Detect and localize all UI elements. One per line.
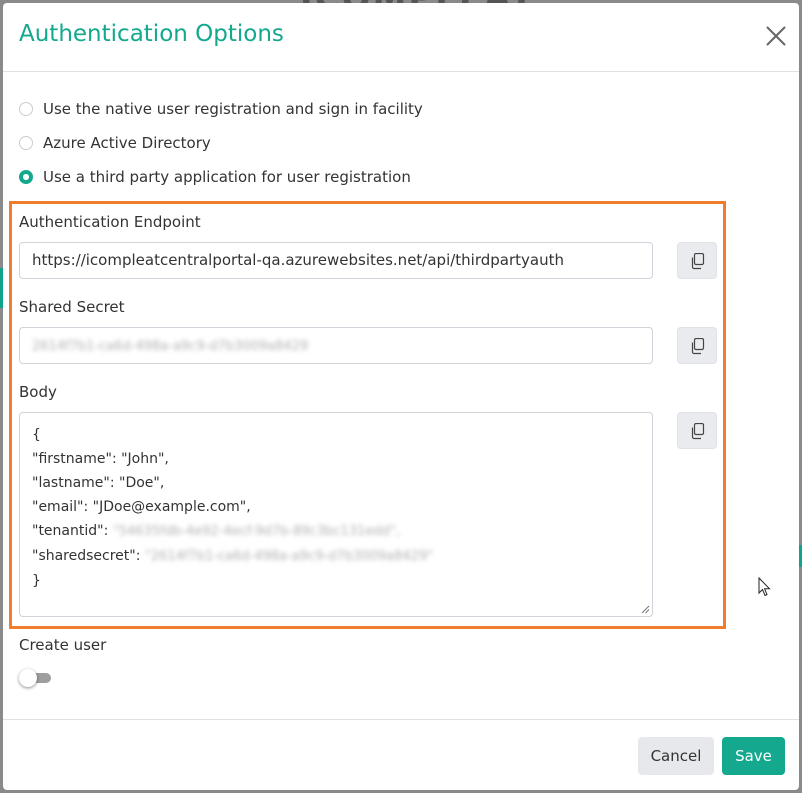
body-textarea[interactable]: { "firstname": "John", "lastname": "Doe"… <box>19 412 653 617</box>
body-label: Body <box>19 383 57 401</box>
copy-icon <box>691 338 705 355</box>
create-user-toggle[interactable] <box>19 669 51 687</box>
body-line: { <box>32 427 41 443</box>
radio-button-selected[interactable] <box>19 170 33 184</box>
modal-footer: Cancel Save <box>3 719 799 790</box>
radio-option-azure-ad[interactable]: Azure Active Directory <box>19 134 211 152</box>
copy-endpoint-button[interactable] <box>677 242 717 279</box>
copy-icon <box>691 253 705 270</box>
tenantid-value: "54635fdb-4e92-4ecf-9d7b-89c3bc131edd", <box>112 524 400 539</box>
radio-option-native[interactable]: Use the native user registration and sig… <box>19 100 423 118</box>
radio-button[interactable] <box>19 102 33 116</box>
shared-secret-input[interactable]: 2614f7b1-ca6d-498a-a9c9-d7b3009a8429 <box>19 327 653 364</box>
radio-option-third-party[interactable]: Use a third party application for user r… <box>19 168 411 186</box>
endpoint-label: Authentication Endpoint <box>19 213 201 231</box>
body-line: "email": "JDoe@example.com", <box>32 499 251 515</box>
modal-title: Authentication Options <box>19 21 284 47</box>
shared-secret-value: 2614f7b1-ca6d-498a-a9c9-d7b3009a8429 <box>32 339 309 354</box>
copy-icon <box>691 423 705 440</box>
toggle-knob <box>19 669 37 687</box>
radio-label: Azure Active Directory <box>43 134 211 152</box>
copy-body-button[interactable] <box>677 412 717 449</box>
body-line: "firstname": "John", <box>32 451 169 467</box>
sharedsecret-key: "sharedsecret": <box>32 548 145 564</box>
body-line-sharedsecret: "sharedsecret": "2614f7b1-ca6d-498a-a9c9… <box>32 544 640 569</box>
radio-label: Use a third party application for user r… <box>43 168 411 186</box>
authentication-options-modal: Authentication Options Use the native us… <box>3 3 799 790</box>
save-button[interactable]: Save <box>722 737 785 775</box>
mouse-cursor-icon <box>758 577 771 597</box>
endpoint-input[interactable]: https://icompleatcentralportal-qa.azurew… <box>19 242 653 279</box>
create-user-label: Create user <box>19 636 107 654</box>
modal-header: Authentication Options <box>3 3 799 72</box>
radio-button[interactable] <box>19 136 33 150</box>
cancel-button[interactable]: Cancel <box>638 737 714 775</box>
radio-label: Use the native user registration and sig… <box>43 100 423 118</box>
resize-grip-icon[interactable] <box>640 604 650 614</box>
sharedsecret-value: "2614f7b1-ca6d-498a-a9c9-d7b3009a8429" <box>144 549 434 564</box>
shared-secret-label: Shared Secret <box>19 298 125 316</box>
copy-shared-secret-button[interactable] <box>677 327 717 364</box>
close-icon[interactable] <box>765 25 787 47</box>
body-line: "lastname": "Doe", <box>32 475 165 491</box>
body-line: } <box>32 573 41 589</box>
body-line-tenantid: "tenantid": "54635fdb-4e92-4ecf-9d7b-89c… <box>32 519 640 544</box>
tenantid-key: "tenantid": <box>32 523 113 539</box>
